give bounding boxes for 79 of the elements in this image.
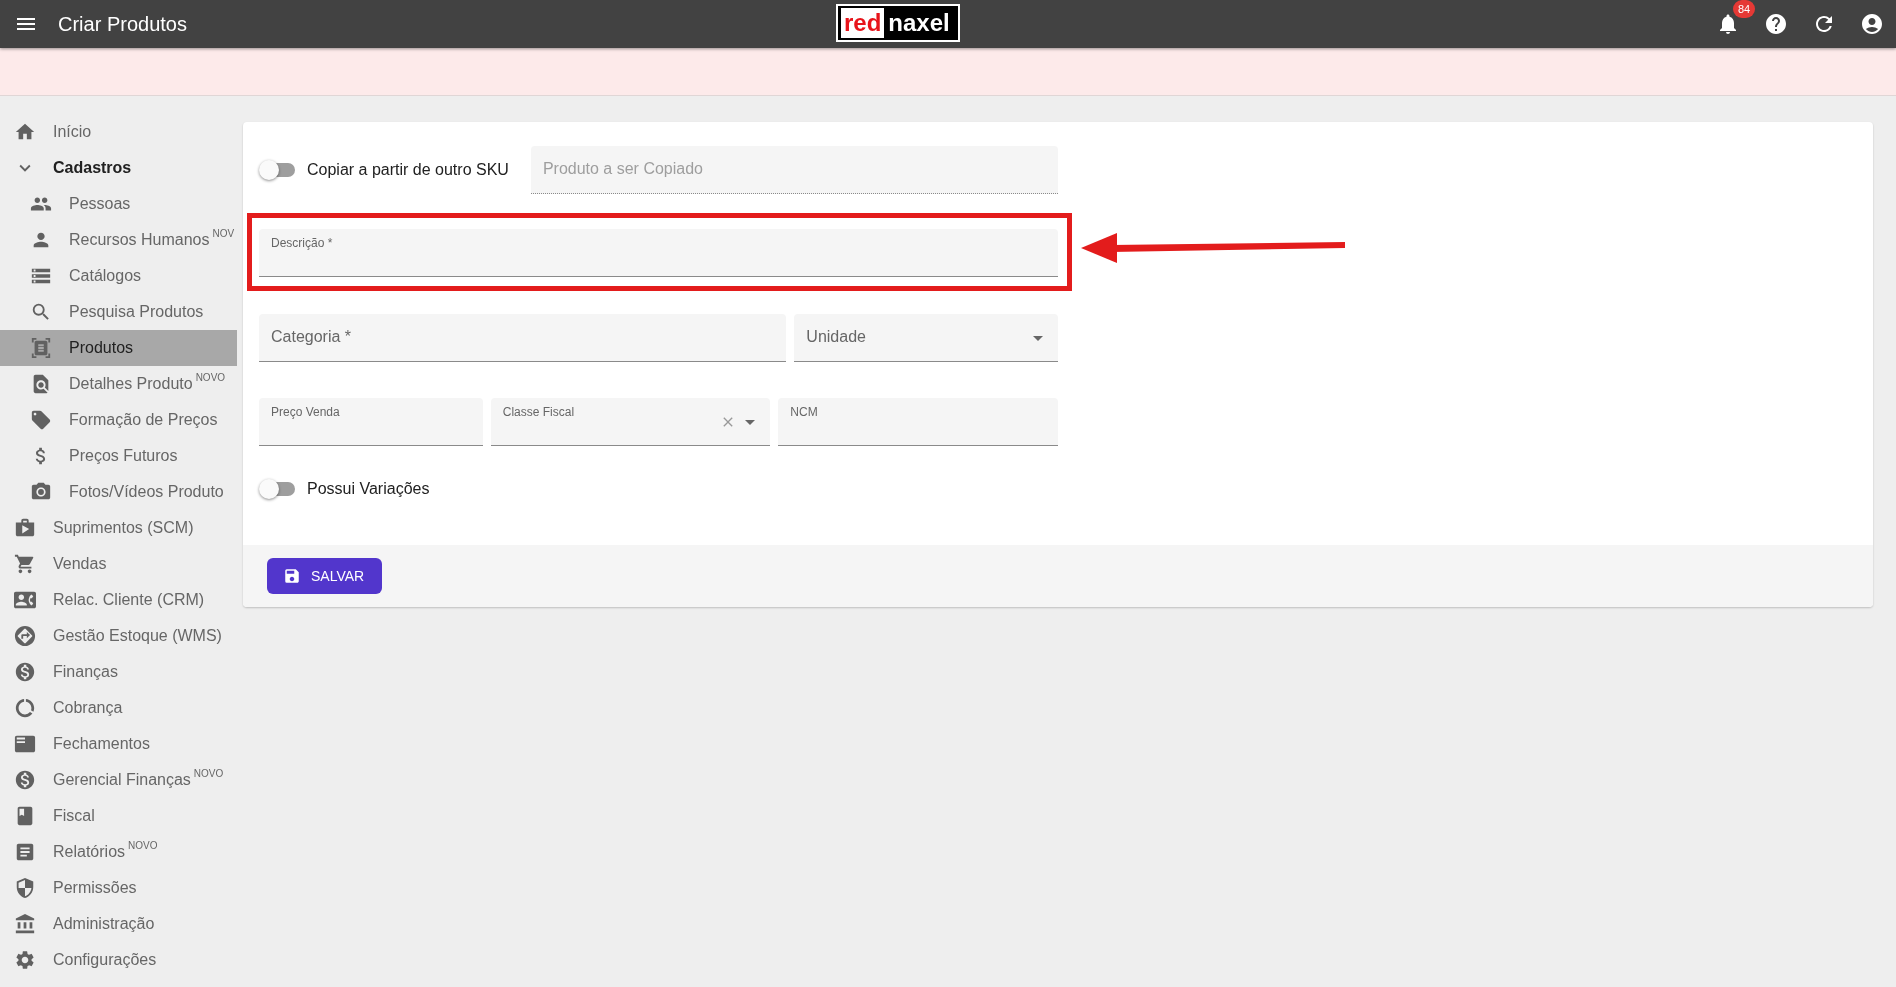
select-field[interactable]: Unidade [794, 314, 1058, 362]
sidebar-label: Cobrança [53, 699, 123, 717]
sidebar-item[interactable]: Formação de Preços [0, 402, 237, 438]
sidebar-label: Permissões [53, 879, 137, 897]
new-tag-label: NOV [212, 228, 235, 239]
logo: red naxel [836, 4, 960, 42]
sidebar-label: Finanças [53, 663, 118, 681]
document-scan-icon [30, 337, 52, 359]
search-icon [30, 301, 52, 323]
briefcase-icon [14, 517, 36, 539]
sidebar-item[interactable]: Permissões [0, 870, 237, 906]
cart-icon [14, 553, 36, 575]
notification-badge: 84 [1733, 0, 1756, 18]
account-icon[interactable] [1860, 12, 1884, 36]
sidebar-label: Vendas [53, 555, 107, 573]
sidebar-label: Configurações [53, 951, 157, 969]
sidebar-item[interactable]: Fiscal [0, 798, 237, 834]
input-field[interactable]: Categoria * [259, 314, 787, 362]
sidebar-item[interactable]: Finanças [0, 654, 237, 690]
sidebar-label: Suprimentos (SCM) [53, 519, 194, 537]
sidebar-label: Administração [53, 915, 155, 933]
sidebar-item[interactable]: Cadastros [0, 150, 237, 186]
sidebar-item[interactable]: Fechamentos [0, 726, 237, 762]
sidebar-item[interactable]: Vendas [0, 546, 237, 582]
sidebar-item[interactable]: Preços Futuros [0, 438, 237, 474]
sidebar-label: Pesquisa Produtos [69, 303, 204, 321]
sidebar-label: Gestão Estoque (WMS) [53, 627, 222, 645]
page-title: Criar Produtos [58, 12, 187, 36]
help-icon[interactable] [1764, 12, 1788, 36]
sidebar-label: Catálogos [69, 267, 142, 285]
sidebar-item[interactable]: Pesquisa Produtos [0, 294, 237, 330]
sidebar-label: Fiscal [53, 807, 95, 825]
diamond-arrow-icon [14, 625, 36, 647]
input-field[interactable]: NCM [778, 398, 1058, 446]
sidebar-label: Cadastros [53, 159, 132, 177]
sidebar-label: Relac. Cliente (CRM) [53, 591, 205, 609]
new-tag-label: NOVO [128, 840, 158, 851]
sidebar-item[interactable]: Início [0, 114, 237, 150]
sidebar-label: Recursos Humanos [69, 231, 210, 249]
save-icon [283, 567, 301, 585]
sidebar-item[interactable]: Pessoas [0, 186, 237, 222]
sidebar-label: Gerencial Finanças [53, 771, 191, 789]
save-button[interactable]: SALVAR [267, 558, 383, 594]
tag-icon [30, 409, 52, 431]
sidebar-item[interactable]: Relac. Cliente (CRM) [0, 582, 237, 618]
toggle-switch[interactable] [261, 163, 295, 177]
sidebar-label: Pessoas [69, 195, 131, 213]
shield-icon [14, 877, 36, 899]
sidebar-label: Início [53, 123, 92, 141]
sidebar-item[interactable]: Gestão Estoque (WMS) [0, 618, 237, 654]
toggle-label: Possui Variações [307, 480, 430, 498]
sidebar-label: Formação de Preços [69, 411, 218, 429]
bank-icon [14, 913, 36, 935]
toggle-switch[interactable] [261, 482, 295, 496]
sidebar-item[interactable]: Configurações [0, 942, 237, 978]
gear-icon [14, 949, 36, 971]
sidebar-label: Produtos [69, 339, 134, 357]
select-field[interactable]: Classe Fiscal [490, 398, 771, 446]
sidebar-item[interactable]: Produtos [0, 330, 237, 366]
sidebar-item[interactable]: Catálogos [0, 258, 237, 294]
new-tag-label: NOVO [193, 768, 224, 779]
list-screen-icon [14, 733, 36, 755]
new-tag-label: NOVO [195, 372, 226, 383]
toggle-label: Copiar a partir de outro SKU [307, 161, 509, 179]
sidebar-label: Detalhes Produto [69, 375, 193, 393]
contact-card-icon [14, 589, 36, 611]
sidebar-item[interactable]: Administração [0, 906, 237, 942]
sidebar-item[interactable]: Cobrança [0, 690, 237, 726]
sidebar-label: Relatórios [53, 843, 126, 861]
sidebar-item[interactable]: Fotos/Vídeos Produto [0, 474, 237, 510]
dollar-coin-icon [14, 661, 36, 683]
sidebar-label: Fotos/Vídeos Produto [69, 483, 224, 501]
input-field[interactable]: Preço Venda [259, 398, 483, 446]
sidebar-item[interactable]: Suprimentos (SCM) [0, 510, 237, 546]
dollar-coin-icon [14, 769, 36, 791]
sidebar-label: Fechamentos [53, 735, 150, 753]
input-field[interactable]: Descrição * [259, 229, 1058, 277]
sidebar-label: Preços Futuros [69, 447, 178, 465]
document-icon [14, 841, 36, 863]
